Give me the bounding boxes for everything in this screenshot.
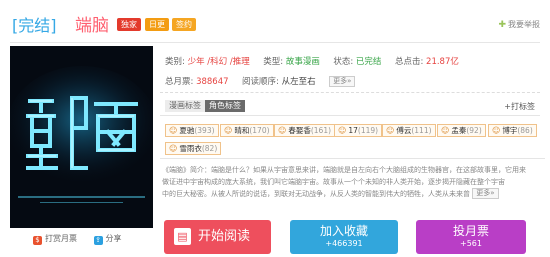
start-reading-label: 开始阅读 — [198, 229, 251, 244]
character-icon: ☺ — [224, 126, 233, 135]
clicks-label: 总点击: — [394, 57, 424, 67]
info-divider — [160, 92, 540, 93]
completed-status-tag: [完结] — [12, 16, 57, 35]
comic-cover[interactable] — [10, 46, 153, 228]
reading-order-label: 阅读顺序: — [242, 77, 279, 87]
add-favorite-label: 加入收藏 — [319, 224, 368, 238]
cover-art — [10, 46, 153, 228]
synopsis: 《端脑》简介：端脑是什么？如果从宇宙意思来讲，端脑就是自左向右个大脑组成的生物器… — [160, 158, 545, 204]
tag-name: 17 — [348, 126, 358, 135]
type-value[interactable]: 故事漫画 — [286, 57, 320, 67]
synopsis-line: 中的巨大秘密。从被人所说的说话，到联对无动战争，从反人类的智能到伟大的牺牲，人类… — [162, 188, 545, 200]
tag-chip[interactable]: ☺ 晴和(170) — [220, 124, 274, 137]
monthly-ticket-value: 388647 — [196, 77, 229, 87]
monthly-ticket-label: 总月票: — [165, 77, 194, 87]
tag-chip[interactable]: ☺ 雪雨衣(82) — [165, 142, 222, 155]
synopsis-more-button[interactable]: 更多» — [472, 188, 499, 199]
status-label: 状态: — [333, 57, 354, 67]
report-link[interactable]: ✚ 我要举报 — [498, 19, 540, 30]
exclusive-badge: 独家 — [117, 18, 141, 31]
character-tags-box: ☺ 夏驰(393) ☺ 晴和(170) ☺ 春娶香(161) ☺ 17(119) ☺ 傅云… — [160, 115, 540, 155]
add-tag-button[interactable]: +打标签 — [504, 101, 535, 112]
tag-count: (92) — [466, 126, 482, 135]
comic-title: 端脑 — [75, 16, 109, 36]
character-icon: ☺ — [338, 126, 347, 135]
character-icon: ☺ — [441, 126, 450, 135]
start-reading-button[interactable]: ▤ 开始阅读 — [164, 220, 271, 254]
signed-badge: 签约 — [172, 18, 196, 31]
reading-order-value: 从左至右 — [281, 77, 316, 87]
tag-chip[interactable]: ☺ 傅云(111) — [382, 124, 436, 137]
tag-count: (119) — [357, 126, 379, 135]
daily-update-badge: 日更 — [145, 18, 169, 31]
vote-ticket-count: +561 — [460, 239, 482, 248]
share-icon: ⇪ — [93, 236, 103, 245]
tag-name: 雪雨衣 — [179, 144, 202, 153]
vote-action[interactable]: $ 打赏月票 — [33, 233, 77, 245]
report-icon: ✚ — [498, 20, 506, 30]
tag-tabs: 漫画标签 角色标签 — [165, 100, 245, 112]
vote-monthly-ticket-button[interactable]: 投月票 +561 — [416, 220, 526, 254]
share-action[interactable]: ⇪ 分享 — [93, 233, 122, 245]
vote-ticket-label: 投月票 — [452, 224, 489, 238]
tag-name: 晴和 — [234, 126, 250, 135]
book-icon: ▤ — [174, 228, 191, 245]
page-header: [完结] 端脑 独家 日更 签约 ✚ 我要举报 — [0, 0, 550, 45]
synopsis-line: 《端脑》简介：端脑是什么？如果从宇宙意思来讲，端脑就是自左向右个大脑组成的生物器… — [162, 166, 526, 174]
character-icon: ☺ — [386, 126, 395, 135]
share-action-label: 分享 — [105, 234, 122, 243]
add-favorite-button[interactable]: 加入收藏 +466391 — [290, 220, 398, 254]
tag-count: (86) — [517, 126, 533, 135]
tag-count: (82) — [201, 144, 218, 153]
info-row-1: 类别: 少年 /科幻 /推理 类型: 故事漫画 状态: 已完结 总点击: 21.… — [165, 55, 459, 67]
tag-count: (170) — [249, 126, 270, 135]
tag-count: (111) — [411, 126, 432, 135]
tag-name: 春娶香 — [288, 126, 311, 135]
vote-action-label: 打赏月票 — [45, 234, 77, 243]
tag-count: (393) — [194, 126, 215, 135]
more-info-button[interactable]: 更多» — [329, 76, 356, 87]
tag-chip[interactable]: ☺ 17(119) — [334, 124, 383, 137]
status-value: 已完结 — [355, 57, 382, 67]
synopsis-text: 中的巨大秘密。从被人所说的说话，到联对无动战争，从反人类的智能到伟大的牺牲，人类… — [162, 190, 470, 198]
character-icon: ☺ — [169, 144, 178, 153]
tag-chip[interactable]: ☺ 孟秦(92) — [437, 124, 486, 137]
synopsis-line: 做证进中宇宙构成的庞大系统，我们叫它端脑宇宙。故事从一个个未知的非人类开始，逐步… — [162, 178, 505, 186]
character-icon: ☺ — [278, 126, 287, 135]
tag-name: 孟秦 — [451, 126, 467, 135]
tag-name: 博宇 — [502, 126, 518, 135]
clicks-value: 21.87亿 — [426, 57, 459, 67]
ticket-icon: $ — [33, 236, 42, 245]
type-label: 类型: — [263, 57, 284, 67]
tab-comic-tags[interactable]: 漫画标签 — [165, 100, 205, 112]
tag-chip[interactable]: ☺ 春娶香(161) — [274, 124, 336, 137]
tab-character-tags[interactable]: 角色标签 — [205, 100, 245, 112]
tag-name: 夏驰 — [179, 126, 195, 135]
tag-count: (161) — [310, 126, 332, 135]
character-icon: ☺ — [169, 126, 178, 135]
header-divider — [10, 42, 540, 43]
favorite-count: +466391 — [325, 239, 363, 248]
character-icon: ☺ — [492, 126, 501, 135]
category-value[interactable]: 少年 /科幻 /推理 — [188, 57, 250, 67]
tag-name: 傅云 — [396, 126, 412, 135]
category-label: 类别: — [165, 57, 185, 67]
cover-actions: $ 打赏月票 ⇪ 分享 — [33, 233, 136, 245]
tag-chip[interactable]: ☺ 夏驰(393) — [165, 124, 219, 137]
report-label: 我要举报 — [508, 20, 540, 29]
info-row-2: 总月票: 388647 阅读顺序: 从左至右 更多» — [165, 75, 356, 87]
tag-chip[interactable]: ☺ 博宇(86) — [488, 124, 537, 137]
